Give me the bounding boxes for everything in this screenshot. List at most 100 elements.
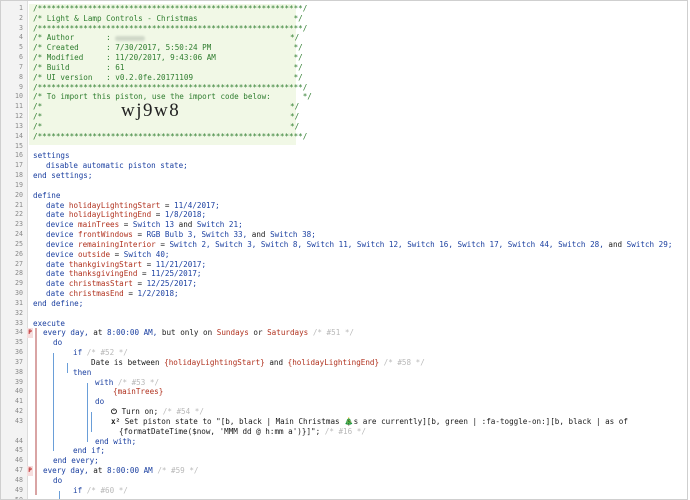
if-block-guide: [53, 353, 54, 452]
line-number: 9: [19, 82, 23, 91]
code-line[interactable]: define: [33, 191, 60, 201]
variable-declaration[interactable]: date holidayLightingEnd = 1/8/2018;: [46, 210, 206, 220]
statement-id: /* #58 */: [383, 357, 425, 367]
line-number: 12: [15, 112, 23, 121]
variable-type: date: [46, 210, 65, 220]
line-number: 6: [19, 53, 23, 62]
code-line[interactable]: end settings;: [33, 171, 92, 181]
piston-code-editor[interactable]: 1 2 3 4 5 6 7 8 9 10 11 12 13 14 15 16 17 18 19 20 21 22 23 24 2…: [0, 0, 688, 500]
line-number: 8: [19, 72, 23, 81]
every-statement[interactable]: every day, at 8:00:00 AM /* #59 */: [43, 466, 198, 476]
code-line[interactable]: do: [53, 338, 62, 348]
variable-declaration[interactable]: date christmasStart = 12/25/2017;: [46, 279, 197, 289]
code-line[interactable]: end define;: [33, 299, 83, 309]
variable-value: 12/25/2017;: [146, 279, 197, 289]
variable-type: date: [46, 269, 65, 279]
line-number: 24: [15, 230, 23, 239]
statement-id: /* #52 */: [86, 348, 128, 358]
action-text: Set piston state to "[b, black | Main Ch…: [124, 416, 345, 426]
line-number: 29: [15, 279, 23, 288]
tree-emoji: 🎄: [344, 416, 354, 426]
variable-name: christmasEnd: [68, 289, 124, 299]
with-target[interactable]: {mainTrees}: [113, 387, 163, 397]
line-number: 11: [15, 102, 23, 111]
header-line[interactable]: /* Modified : 11/20/2017, 9:43:06 AM */: [33, 53, 303, 63]
if-statement[interactable]: if /* #52 */: [73, 348, 128, 358]
code-line[interactable]: execute: [33, 319, 65, 329]
line-number: 26: [15, 249, 23, 258]
if-keyword: if: [73, 348, 83, 358]
line-number: 5: [19, 43, 23, 52]
header-line[interactable]: /***************************************…: [33, 4, 307, 14]
header-line[interactable]: /***************************************…: [33, 24, 307, 34]
restriction-flag[interactable]: P: [27, 466, 33, 476]
header-line[interactable]: /* Created : 7/30/2017, 5:50:24 PM */: [33, 43, 303, 53]
turn-on-action[interactable]: ⏻ Turn on; /* #54 */: [111, 407, 204, 417]
set-state-action[interactable]: x² Set piston state to "[b, black | Main…: [111, 417, 628, 427]
header-line[interactable]: /* UI version : v0.2.0fe.20171109 */: [33, 73, 303, 83]
variable-declaration[interactable]: device frontWindows = RGB Bulb 3, Switch…: [46, 230, 316, 240]
header-line[interactable]: /* */: [33, 102, 299, 112]
variable-declaration[interactable]: device outside = Switch 40;: [46, 250, 169, 260]
code-line[interactable]: end with;: [95, 437, 136, 447]
variable-type: date: [46, 200, 65, 210]
code-line[interactable]: settings: [33, 151, 70, 161]
code-line[interactable]: do: [95, 397, 104, 407]
with-statement[interactable]: with /* #53 */: [95, 378, 159, 388]
variable-declaration[interactable]: device mainTrees = Switch 13 and Switch …: [46, 220, 243, 230]
code-line[interactable]: end every;: [53, 456, 99, 466]
variable-declaration[interactable]: date holidayLightingStart = 11/4/2017;: [46, 201, 220, 211]
variable-type: device: [46, 249, 74, 259]
device-value: Switch 29;: [626, 239, 673, 249]
time-value: 8:00:00 AM,: [107, 328, 158, 338]
line-number: 22: [15, 210, 23, 219]
do-keyword: do: [95, 397, 105, 407]
header-line[interactable]: /***************************************…: [33, 83, 307, 93]
variable-value: 11/21/2017;: [155, 259, 207, 269]
author-label: /* Author :: [33, 33, 116, 43]
and-word: and: [251, 230, 266, 240]
header-rule: /***************************************…: [33, 4, 308, 13]
every-statement[interactable]: every day, at 8:00:00 AM, but only on Su…: [43, 328, 354, 338]
header-line[interactable]: /* Build : 61 */: [33, 63, 303, 73]
variable-value: 11/4/2017;: [174, 200, 220, 210]
variable-name: holidayLightingStart: [68, 200, 161, 210]
settings-keyword: settings: [33, 151, 70, 161]
condition-line[interactable]: Date is between {holidayLightingStart} a…: [91, 358, 425, 368]
variable-declaration[interactable]: date thanksgivingEnd = 11/25/2017;: [46, 269, 201, 279]
header-line[interactable]: /* */: [33, 122, 299, 132]
header-line[interactable]: /***************************************…: [33, 132, 307, 142]
power-icon: ⏻: [111, 407, 122, 417]
comment-close: */: [290, 102, 300, 112]
end-settings-keyword: end settings;: [33, 171, 93, 181]
restriction-flag[interactable]: P: [27, 328, 33, 339]
code-line[interactable]: then: [73, 368, 91, 378]
and-word: and: [178, 220, 193, 230]
variable-declaration[interactable]: date thankgivingStart = 11/21/2017;: [46, 260, 206, 270]
end-define-keyword: end define;: [33, 298, 84, 308]
header-rule: /***************************************…: [33, 131, 308, 141]
code-line[interactable]: disable automatic piston state;: [46, 161, 188, 171]
created-line: /* Created : 7/30/2017, 5:50:24 PM */: [33, 43, 303, 53]
code-line[interactable]: end if;: [73, 446, 105, 456]
code-line[interactable]: do: [53, 476, 62, 486]
header-rule: /***************************************…: [33, 23, 308, 33]
set-state-continuation[interactable]: {formatDateTime($now, 'MMM dd @ h:mm a')…: [119, 427, 366, 437]
line-number: 35: [15, 338, 23, 347]
and-word: and: [269, 357, 284, 367]
variable-value: Switch 40;: [123, 249, 170, 259]
line-number: 48: [15, 475, 23, 484]
import-code: wj9w8: [121, 100, 181, 122]
variable-declaration[interactable]: date christmasEnd = 1/2/2018;: [46, 289, 179, 299]
if-statement[interactable]: if /* #60 */: [73, 486, 128, 496]
line-number: 13: [15, 121, 23, 130]
line-number: 50: [15, 495, 23, 500]
variable-declaration[interactable]: device remainingInterior = Switch 2, Swi…: [46, 240, 672, 250]
comment-open: /*: [33, 102, 43, 112]
author-redacted: [115, 35, 146, 41]
header-line[interactable]: /* Author : */: [33, 33, 299, 43]
action-text: s are currently][b, green | :fa-toggle-o…: [353, 416, 628, 426]
line-number: 43: [15, 416, 23, 425]
header-line[interactable]: /* Light & Lamp Controls - Christmas */: [33, 14, 303, 24]
header-line[interactable]: /* wj9w8 */: [33, 101, 299, 122]
